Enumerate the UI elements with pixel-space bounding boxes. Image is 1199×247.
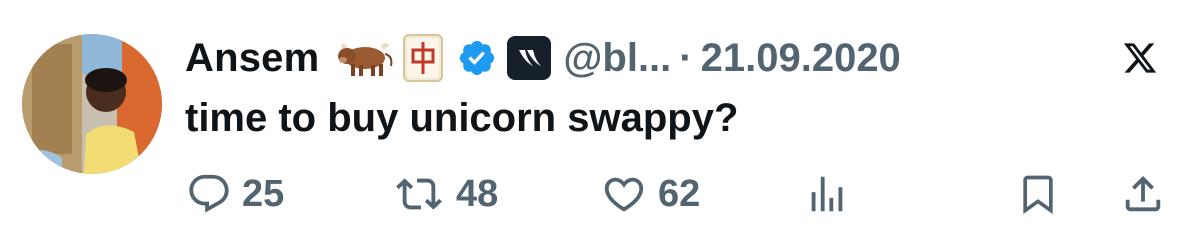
heart-icon [604,177,644,212]
retweet-count: 48 [456,172,499,215]
reply-icon [189,174,229,213]
tweet-date[interactable]: 21.09.2020 [701,36,901,81]
reply-button[interactable]: 25 [186,166,284,222]
like-button[interactable]: 62 [600,166,700,222]
tweet-text: time to buy unicorn swappy? [185,96,739,140]
avatar[interactable] [22,34,162,174]
avatar-photo [22,34,162,174]
retweet-button[interactable]: 48 [392,166,498,222]
views-button[interactable] [804,166,850,222]
like-count: 62 [658,172,701,215]
action-bar: 25 48 62 [0,166,1199,222]
separator-dot: · [679,35,693,80]
verified-badge-icon[interactable] [457,38,497,78]
ox-emoji-icon [338,43,393,76]
retweet-icon [396,178,442,210]
share-icon [1125,175,1161,212]
reply-count: 25 [242,172,285,215]
affiliate-badge-icon[interactable] [507,36,552,80]
bookmark-icon [1023,175,1053,215]
tweet-card: Ansem @bl... · 21.09.2020 time to buy un… [0,0,1199,247]
bookmark-button[interactable] [1016,166,1060,222]
analytics-icon [811,176,843,212]
display-name[interactable]: Ansem [185,36,319,81]
mahjong-tile-icon [403,34,444,82]
share-button[interactable] [1120,166,1166,222]
tweet-header: Ansem @bl... · 21.09.2020 [185,30,901,86]
x-logo-icon[interactable] [1122,40,1158,76]
user-handle[interactable]: @bl... [563,36,671,81]
